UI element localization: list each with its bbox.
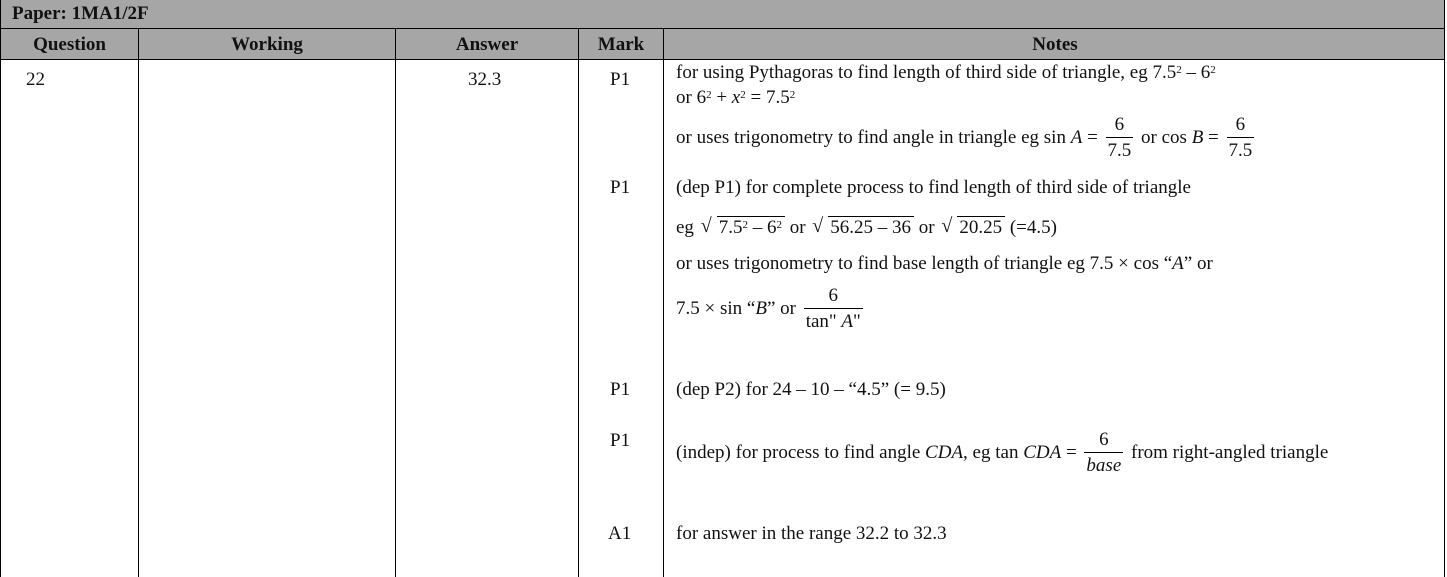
question-number: 22 xyxy=(26,69,45,90)
column-divider xyxy=(663,29,664,577)
header-mark: Mark xyxy=(597,34,645,55)
note-final-answer: for answer in the range 32.2 to 32.3 xyxy=(676,523,947,544)
fraction: 6 base xyxy=(1084,428,1124,479)
note-trig-angle: or uses trigonometry to find angle in tr… xyxy=(676,113,1257,164)
mark-code: A1 xyxy=(608,523,632,544)
column-header-row: Question Working Answer Mark Notes xyxy=(1,29,1444,60)
square-root: √ 20.25 xyxy=(941,215,1006,239)
header-working: Working xyxy=(231,34,303,55)
paper-title: Paper: 1MA1/2F xyxy=(12,3,149,24)
fraction: 6 7.5 xyxy=(1226,113,1255,164)
column-divider xyxy=(138,29,139,577)
mark-scheme-page: Paper: 1MA1/2F Question Working Answer M… xyxy=(0,0,1445,577)
note-trig-base: or uses trigonometry to find base length… xyxy=(676,253,1213,274)
note-complete-process: (dep P1) for complete process to find le… xyxy=(676,177,1191,198)
answer-value: 32.3 xyxy=(468,69,502,90)
header-question: Question xyxy=(33,34,106,55)
note-angle-cda: (indep) for process to find angle CDA, e… xyxy=(676,428,1328,479)
mark-code: P1 xyxy=(610,430,631,451)
mark-code: P1 xyxy=(610,69,631,90)
mark-code: P1 xyxy=(610,379,631,400)
square-root: √ 7.52 – 62 xyxy=(701,215,785,239)
fraction: 6 7.5 xyxy=(1105,113,1134,164)
fraction: 6 tan" A" xyxy=(803,284,863,335)
paper-header-row: Paper: 1MA1/2F xyxy=(1,0,1444,29)
header-answer: Answer xyxy=(455,34,519,55)
square-root: √ 56.25 – 36 xyxy=(812,215,915,239)
mark-code: P1 xyxy=(610,177,631,198)
note-pythagoras-equation: or 62 + x2 = 7.52 xyxy=(676,87,796,108)
note-square-roots: eg √ 7.52 – 62 or √ 56.25 – 36 or √ 20.25 (… xyxy=(676,215,1057,239)
header-notes: Notes xyxy=(1032,34,1078,55)
column-divider xyxy=(395,29,396,577)
note-dep-p2: (dep P2) for 24 – 10 – “4.5” (= 9.5) xyxy=(676,379,946,400)
note-trig-base-alt: 7.5 × sin “B” or 6 tan" A" xyxy=(676,284,866,335)
note-pythagoras: for using Pythagoras to find length of t… xyxy=(676,62,1216,83)
column-divider xyxy=(578,29,579,577)
